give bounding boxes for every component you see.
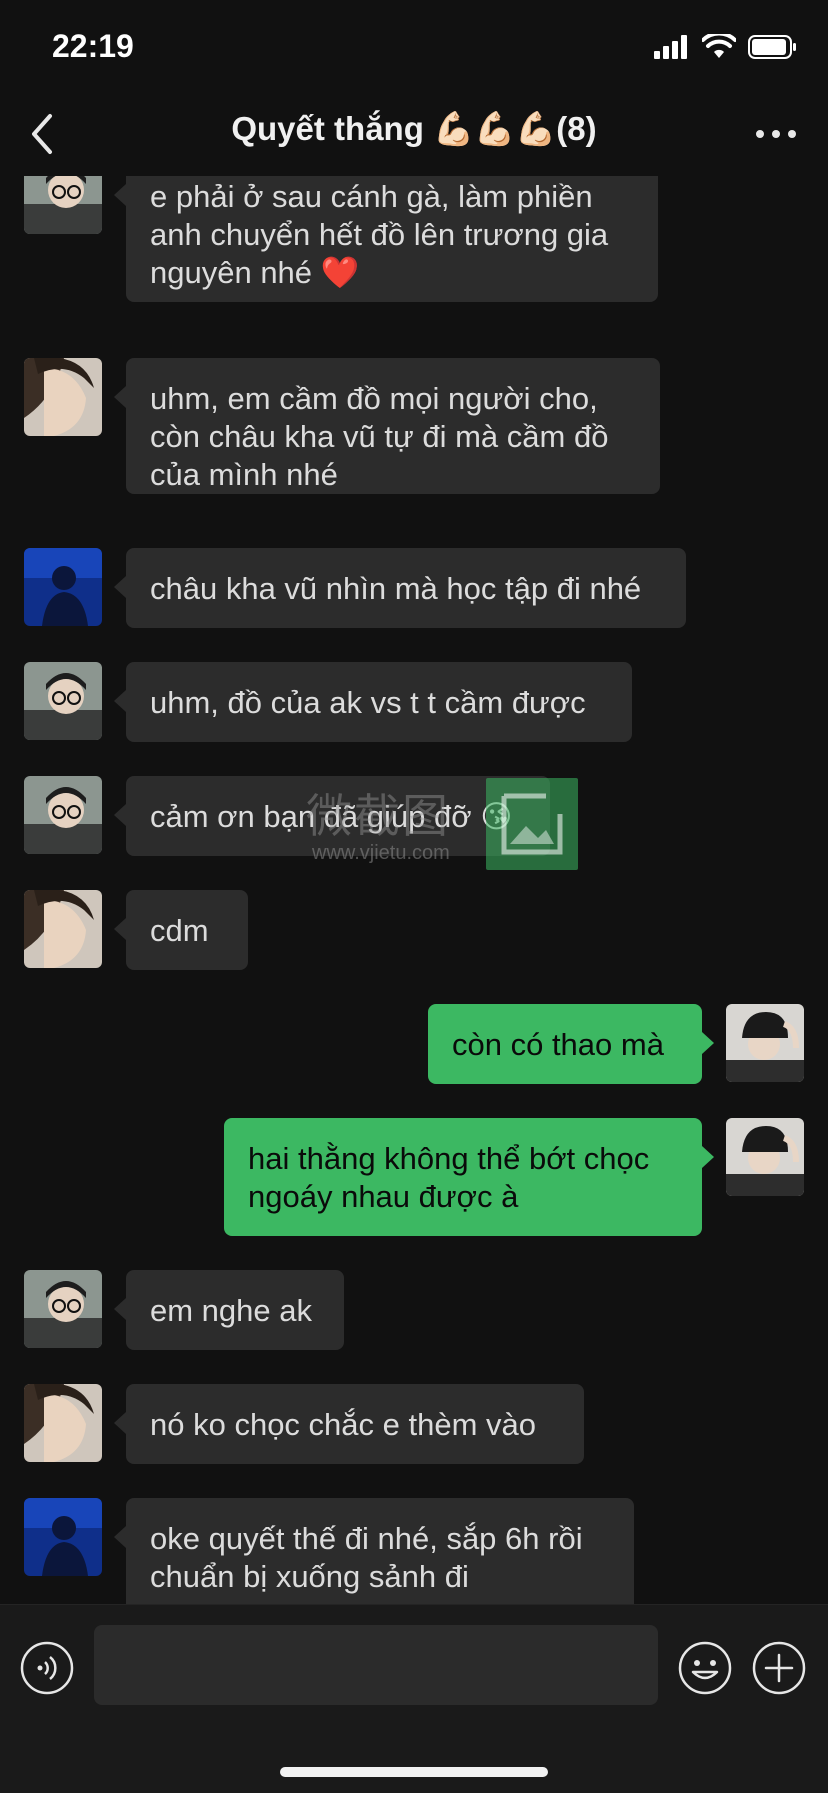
avatar[interactable] bbox=[24, 358, 102, 436]
battery-icon bbox=[748, 35, 796, 59]
emoji-button[interactable] bbox=[678, 1641, 732, 1695]
add-attachment-button[interactable] bbox=[752, 1641, 806, 1695]
message-bubble[interactable]: nó ko chọc chắc e thèm vào bbox=[114, 1384, 584, 1464]
avatar[interactable] bbox=[24, 776, 102, 854]
chat-title: Quyết thắng 💪🏻💪🏻💪🏻(8) bbox=[231, 110, 597, 147]
status-bar: 22:19 bbox=[0, 0, 828, 92]
plus-icon bbox=[752, 1641, 806, 1695]
avatar-profile-icon bbox=[24, 358, 102, 436]
status-time: 22:19 bbox=[52, 28, 134, 64]
more-options-button[interactable] bbox=[748, 112, 804, 156]
more-icon bbox=[756, 130, 796, 138]
voice-button[interactable] bbox=[20, 1641, 74, 1695]
message-bubble[interactable]: uhm, em cầm đồ mọi người cho, còn châu k… bbox=[114, 358, 660, 494]
message-bubble[interactable]: em nghe ak bbox=[114, 1270, 344, 1350]
avatar[interactable] bbox=[24, 1498, 102, 1576]
avatar[interactable] bbox=[24, 1384, 102, 1462]
avatar-beanie-icon bbox=[726, 1118, 804, 1196]
avatar[interactable] bbox=[726, 1004, 804, 1082]
signal-icon bbox=[654, 35, 687, 59]
message-bubble[interactable]: e phải ở sau cánh gà, làm phiền anh chuy… bbox=[114, 176, 658, 302]
avatar-profile-icon bbox=[24, 890, 102, 968]
avatar[interactable] bbox=[24, 176, 102, 234]
avatar-glasses-icon bbox=[24, 1270, 102, 1348]
message-bubble[interactable]: uhm, đồ của ak vs t t cầm được bbox=[114, 662, 632, 742]
message-bubble[interactable]: oke quyết thế đi nhé, sắp 6h rồi chuẩn b… bbox=[114, 1498, 634, 1604]
home-indicator[interactable] bbox=[280, 1767, 548, 1777]
status-icons bbox=[654, 30, 798, 64]
avatar-glasses-icon bbox=[24, 662, 102, 740]
input-bar bbox=[0, 1604, 828, 1793]
message-input[interactable] bbox=[94, 1625, 658, 1705]
message-bubble[interactable]: cảm ơn bạn đã giúp đỡ 😘 bbox=[114, 776, 550, 856]
message-bubble[interactable]: châu kha vũ nhìn mà học tập đi nhé bbox=[114, 548, 686, 628]
avatar[interactable] bbox=[24, 662, 102, 740]
avatar[interactable] bbox=[24, 1270, 102, 1348]
message-bubble[interactable]: cdm bbox=[114, 890, 248, 970]
message-list[interactable]: e phải ở sau cánh gà, làm phiền anh chuy… bbox=[0, 176, 828, 1604]
avatar[interactable] bbox=[24, 890, 102, 968]
avatar[interactable] bbox=[726, 1118, 804, 1196]
avatar-blue-icon bbox=[24, 548, 102, 626]
message-bubble[interactable]: hai thằng không thể bớt chọc ngoáy nhau … bbox=[224, 1118, 714, 1236]
chat-header: Quyết thắng 💪🏻💪🏻💪🏻(8) bbox=[0, 92, 828, 176]
voice-icon bbox=[20, 1641, 74, 1695]
wifi-icon bbox=[702, 34, 736, 58]
avatar-blue-icon bbox=[24, 1498, 102, 1576]
avatar-profile-icon bbox=[24, 1384, 102, 1462]
avatar-glasses-icon bbox=[24, 176, 102, 234]
avatar-beanie-icon bbox=[726, 1004, 804, 1082]
avatar-glasses-icon bbox=[24, 776, 102, 854]
avatar[interactable] bbox=[24, 548, 102, 626]
smiley-icon bbox=[678, 1641, 732, 1695]
message-bubble[interactable]: còn có thao mà bbox=[428, 1004, 714, 1084]
